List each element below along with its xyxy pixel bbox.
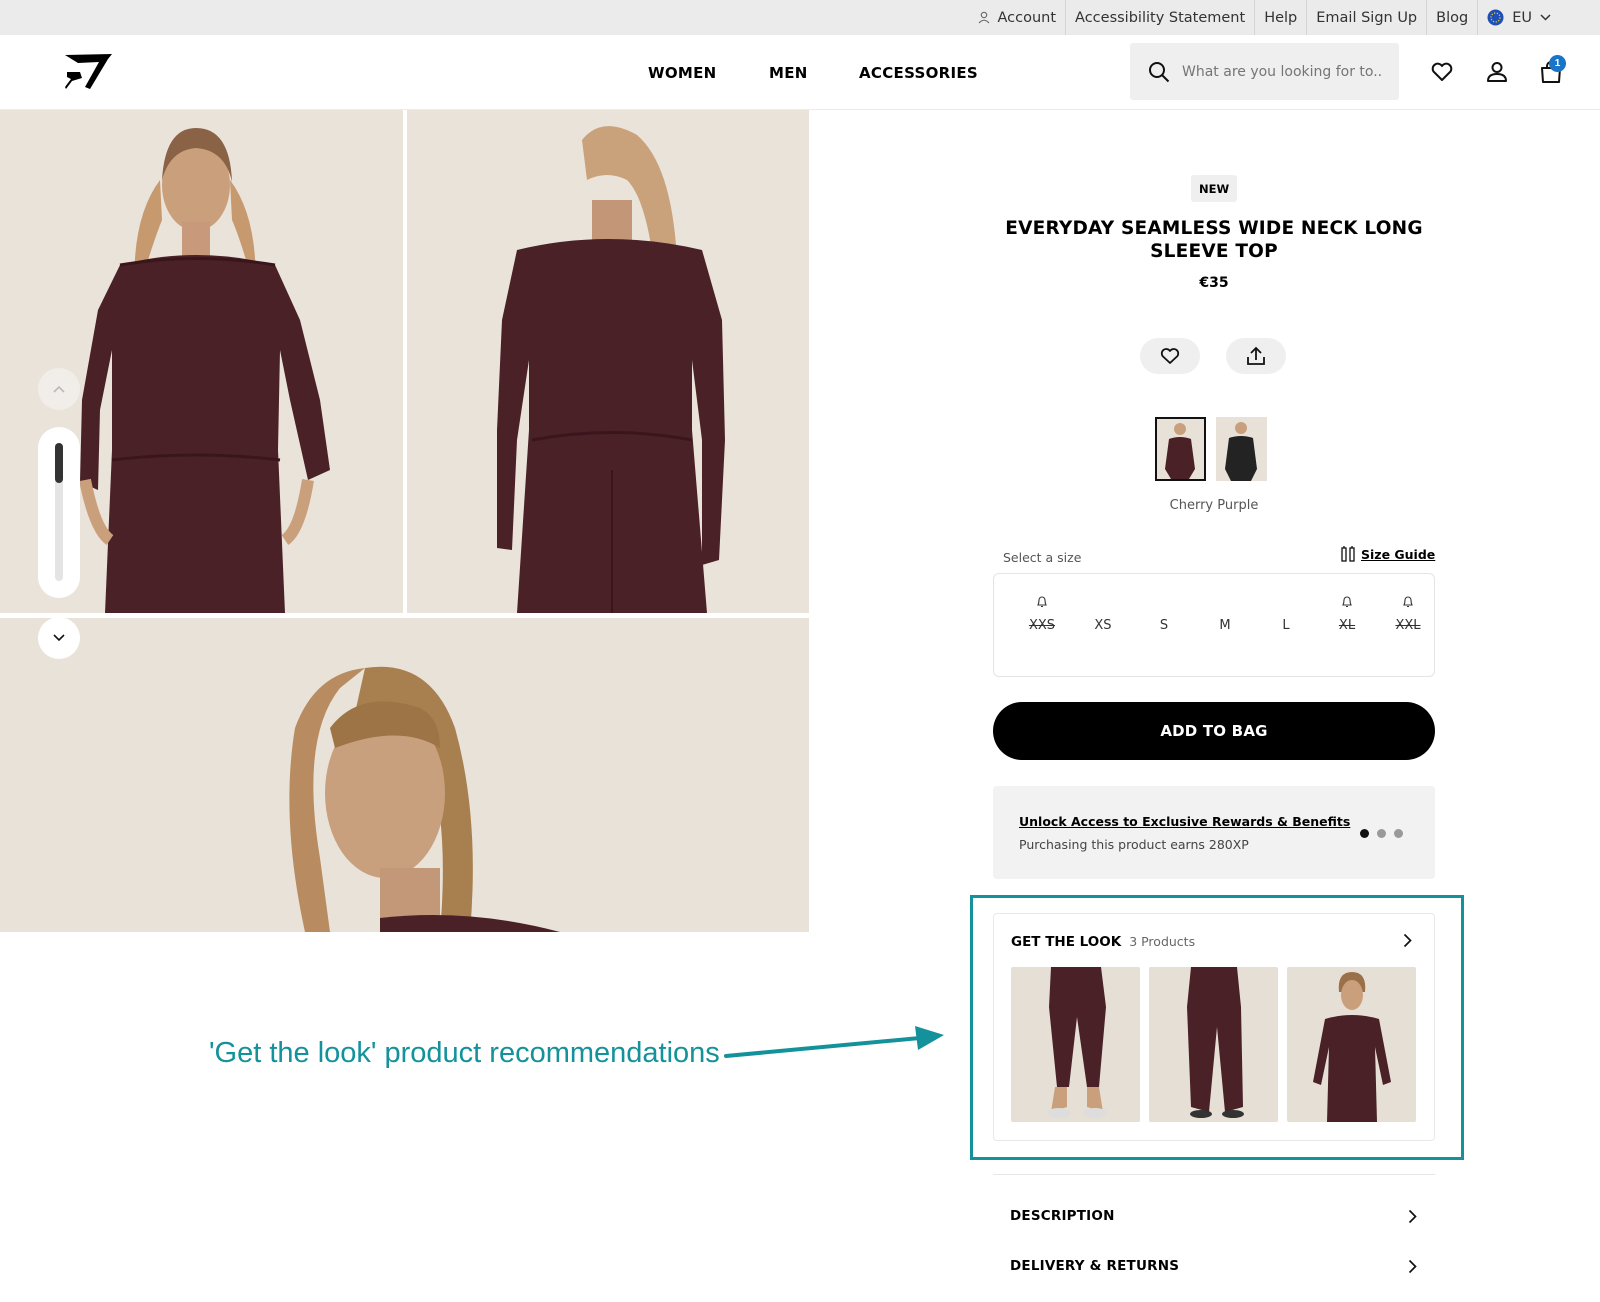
email-signup-link[interactable]: Email Sign Up [1306, 0, 1426, 35]
swatch-thumb [1225, 422, 1257, 481]
account-label: Account [997, 9, 1057, 26]
swatch-thumb [1165, 423, 1195, 479]
add-to-bag-button[interactable]: ADD TO BAG [993, 702, 1435, 760]
size-option-label: XL [1338, 618, 1356, 633]
size-guide-label: Size Guide [1361, 546, 1436, 562]
globe-icon [1487, 9, 1504, 26]
nav-accessories[interactable]: ACCESSORIES [859, 35, 978, 110]
size-option-l[interactable]: L [1256, 574, 1316, 678]
account-link[interactable]: Account [969, 0, 1066, 35]
chevron-down-icon [53, 634, 65, 642]
product-image-back[interactable] [407, 110, 809, 613]
annotation-text: 'Get the look' product recommendations [209, 1037, 720, 1069]
description-label: DESCRIPTION [1010, 1208, 1115, 1224]
colour-swatch-black[interactable] [1216, 417, 1267, 481]
bell-icon [1342, 596, 1352, 608]
gallery-up-button[interactable] [38, 368, 80, 410]
colour-swatch-cherry-purple[interactable] [1155, 417, 1206, 481]
search-icon [1149, 61, 1170, 82]
carousel-dot-active[interactable] [1360, 829, 1369, 838]
size-option-xs[interactable]: XS [1073, 574, 1133, 678]
search-input[interactable] [1182, 63, 1382, 80]
site-header: WOMEN MEN ACCESSORIES 1 [0, 35, 1600, 110]
new-badge: NEW [1191, 175, 1238, 202]
cart-count-badge: 1 [1549, 55, 1566, 72]
highlight-box [970, 895, 1464, 1160]
gallery-scrollbar[interactable] [38, 427, 80, 598]
utility-bar: Account Accessibility Statement Help Ema… [0, 0, 1600, 35]
size-option-label: XXS [1028, 618, 1056, 633]
size-option-s[interactable]: S [1134, 574, 1194, 678]
region-label: EU [1512, 9, 1532, 26]
size-option-label: XXL [1395, 618, 1421, 633]
size-option-label: XS [1094, 618, 1112, 633]
gallery-down-button[interactable] [38, 617, 80, 659]
divider [993, 1174, 1435, 1175]
rewards-banner: Unlock Access to Exclusive Rewards & Ben… [993, 786, 1435, 879]
rewards-carousel-dots [1360, 829, 1403, 838]
delivery-returns-accordion[interactable]: DELIVERY & RETURNS [993, 1246, 1435, 1286]
wishlist-button[interactable] [1140, 338, 1200, 374]
size-guide-link[interactable]: Size Guide [1341, 546, 1435, 562]
chevron-right-icon [1408, 1209, 1417, 1223]
bell-icon [1037, 596, 1047, 608]
scrollbar-thumb[interactable] [55, 443, 63, 483]
chevron-right-icon [1408, 1259, 1417, 1273]
nav-men[interactable]: MEN [769, 35, 808, 110]
share-button[interactable] [1226, 338, 1286, 374]
size-option-xxl[interactable]: XXL [1378, 574, 1438, 678]
region-selector[interactable]: EU [1477, 0, 1560, 35]
heart-icon[interactable] [1429, 59, 1455, 85]
bell-icon [1403, 596, 1413, 608]
arrow-icon [724, 1026, 944, 1058]
product-price: €35 [1199, 275, 1229, 291]
share-icon [1247, 346, 1265, 365]
account-icon[interactable] [1484, 59, 1510, 85]
rewards-text: Purchasing this product earns 280XP [1019, 837, 1249, 852]
product-title: EVERYDAY SEAMLESS WIDE NECK LONG SLEEVE … [1005, 218, 1423, 262]
delivery-returns-label: DELIVERY & RETURNS [1010, 1258, 1180, 1274]
model-closeup-photo [289, 666, 560, 932]
chevron-down-icon [1540, 14, 1551, 21]
size-option-m[interactable]: M [1195, 574, 1255, 678]
rewards-link[interactable]: Unlock Access to Exclusive Rewards & Ben… [1019, 814, 1350, 829]
product-image-closeup[interactable] [0, 618, 809, 932]
blog-link[interactable]: Blog [1426, 0, 1477, 35]
search-bar[interactable] [1130, 43, 1399, 100]
chevron-up-icon [53, 385, 65, 393]
ruler-icon [1341, 546, 1355, 562]
carousel-dot[interactable] [1394, 829, 1403, 838]
size-option-label: L [1282, 618, 1290, 633]
select-size-label: Select a size [1003, 550, 1082, 565]
model-back-photo [497, 126, 725, 613]
carousel-dot[interactable] [1377, 829, 1386, 838]
user-icon [978, 11, 989, 24]
size-selector: XXS XS S M L XL XXL [993, 573, 1435, 677]
nav-women[interactable]: WOMEN [648, 35, 717, 110]
size-option-label: M [1219, 618, 1231, 633]
selected-colour-label: Cherry Purple [1169, 498, 1259, 513]
heart-icon [1160, 348, 1180, 364]
size-option-xl[interactable]: XL [1317, 574, 1377, 678]
help-link[interactable]: Help [1254, 0, 1306, 35]
accessibility-link[interactable]: Accessibility Statement [1065, 0, 1254, 35]
description-accordion[interactable]: DESCRIPTION [993, 1196, 1435, 1236]
size-option-label: S [1159, 618, 1169, 633]
size-option-xxs[interactable]: XXS [1012, 574, 1072, 678]
logo-icon[interactable] [62, 51, 114, 93]
